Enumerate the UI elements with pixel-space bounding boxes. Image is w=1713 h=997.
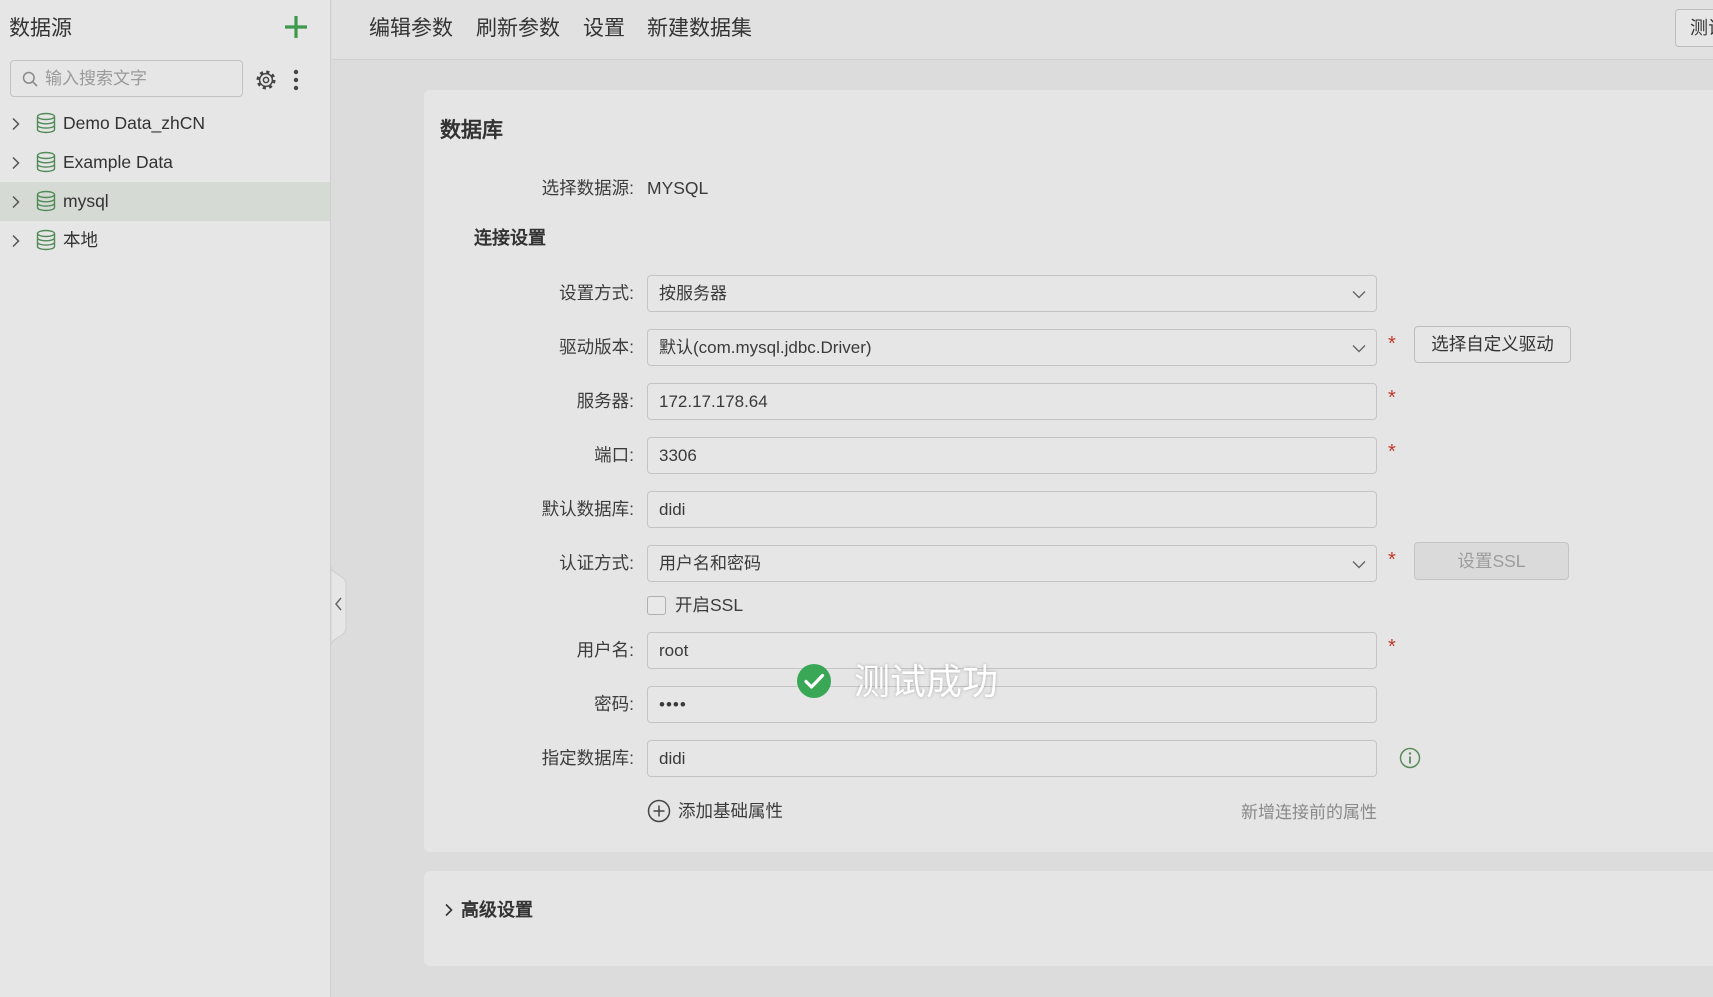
circle-plus-icon — [647, 799, 671, 823]
port-input[interactable] — [647, 437, 1377, 474]
enable-ssl-checkbox[interactable] — [647, 596, 666, 615]
required-mark: * — [1388, 441, 1396, 463]
select-value: 用户名和密码 — [659, 554, 761, 573]
toolbar-refresh-params[interactable]: 刷新参数 — [476, 15, 560, 43]
datasource-label: 选择数据源: — [541, 178, 634, 198]
add-property-hint: 新增连接前的属性 — [1241, 803, 1377, 822]
setup-mode-select[interactable]: 按服务器 — [647, 275, 1377, 312]
toast-message: 测试成功 — [854, 661, 999, 702]
field-label: 服务器: — [576, 391, 634, 411]
add-basic-property-label: 添加基础属性 — [678, 801, 783, 821]
datasource-value: MYSQL — [647, 178, 709, 198]
required-mark: * — [1388, 549, 1396, 571]
required-mark: * — [1388, 333, 1396, 355]
chevron-right-icon[interactable] — [11, 234, 21, 248]
search-icon — [22, 71, 38, 87]
field-label: 驱动版本: — [559, 337, 634, 357]
connection-settings-title: 连接设置 — [474, 228, 546, 248]
tree-item-mysql[interactable]: mysql — [0, 182, 330, 221]
specified-database-input[interactable] — [647, 740, 1377, 777]
tree-item-local[interactable]: 本地 — [0, 221, 330, 260]
chevron-right-icon[interactable] — [11, 156, 21, 170]
chevron-right-icon — [445, 903, 453, 917]
add-basic-property-button[interactable]: 添加基础属性 — [647, 798, 787, 824]
required-mark: * — [1388, 387, 1396, 409]
tree-item-label: 本地 — [63, 230, 98, 250]
select-value: 默认(com.mysql.jdbc.Driver) — [659, 338, 872, 357]
tree-item-example-data[interactable]: Example Data — [0, 143, 330, 182]
toolbar-new-dataset[interactable]: 新建数据集 — [647, 15, 752, 43]
default-database-input[interactable] — [647, 491, 1377, 528]
section-title: 数据库 — [440, 119, 503, 142]
chevron-down-icon — [1352, 345, 1366, 353]
search-box[interactable] — [10, 60, 243, 97]
chevron-right-icon[interactable] — [11, 195, 21, 209]
database-icon — [36, 151, 56, 173]
chevron-down-icon — [1352, 561, 1366, 569]
required-mark: * — [1388, 636, 1396, 658]
database-icon — [36, 112, 56, 134]
password-input[interactable]: •••• — [647, 686, 1377, 723]
datasource-sidebar: 数据源 Demo Data_zhCN Example Data mysql 本地 — [0, 0, 331, 997]
chevron-right-icon[interactable] — [11, 117, 21, 131]
username-input[interactable] — [647, 632, 1377, 669]
toolbar-settings[interactable]: 设置 — [583, 15, 625, 43]
tree-item-demo-data[interactable]: Demo Data_zhCN — [0, 104, 330, 143]
auth-method-select[interactable]: 用户名和密码 — [647, 545, 1377, 582]
custom-driver-button[interactable]: 选择自定义驱动 — [1414, 326, 1571, 363]
toolbar-edit-params[interactable]: 编辑参数 — [369, 15, 453, 43]
sidebar-collapse-handle[interactable] — [330, 565, 348, 647]
test-connection-button[interactable]: 测试 — [1675, 9, 1713, 47]
tree-item-label: Demo Data_zhCN — [63, 113, 205, 133]
advanced-settings-title: 高级设置 — [461, 900, 533, 920]
database-icon — [36, 229, 56, 251]
sidebar-title: 数据源 — [9, 17, 72, 40]
gear-icon[interactable] — [255, 69, 277, 91]
advanced-card — [424, 871, 1713, 966]
field-label: 设置方式: — [559, 283, 634, 303]
field-label: 认证方式: — [559, 553, 634, 573]
field-label: 端口: — [594, 445, 634, 465]
ssl-settings-button[interactable]: 设置SSL — [1414, 542, 1569, 580]
field-label: 默认数据库: — [541, 499, 634, 519]
database-icon — [36, 190, 56, 212]
field-label: 指定数据库: — [541, 748, 634, 768]
server-input[interactable] — [647, 383, 1377, 420]
chevron-down-icon — [1352, 291, 1366, 299]
select-value: 按服务器 — [659, 284, 727, 303]
plus-icon[interactable] — [284, 15, 308, 39]
check-circle-icon — [797, 664, 831, 698]
enable-ssl-label: 开启SSL — [675, 595, 744, 615]
kebab-icon[interactable] — [290, 68, 302, 92]
driver-version-select[interactable]: 默认(com.mysql.jdbc.Driver) — [647, 329, 1377, 366]
tree-item-label: Example Data — [63, 152, 173, 172]
advanced-settings-toggle[interactable]: 高级设置 — [440, 897, 580, 923]
info-icon[interactable] — [1399, 747, 1421, 769]
field-label: 密码: — [594, 694, 634, 714]
search-input[interactable] — [45, 61, 235, 96]
field-label: 用户名: — [576, 640, 634, 660]
tree-item-label: mysql — [63, 191, 109, 211]
